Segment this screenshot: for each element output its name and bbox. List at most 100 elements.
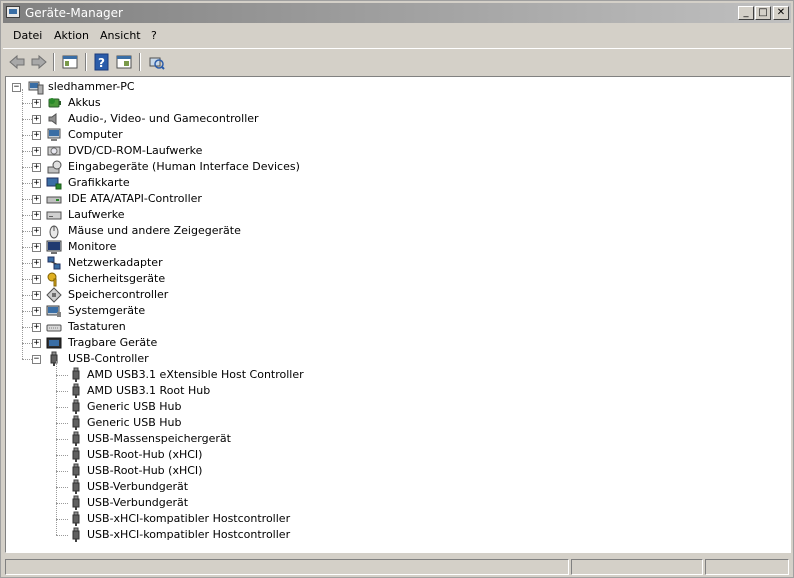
usb-device-item[interactable]: USB-Verbundgerät [6,495,786,511]
usb-device-item[interactable]: USB-Massenspeichergerät [6,431,786,447]
tree-connector-line [56,455,68,456]
expand-toggle[interactable]: + [32,291,41,300]
tree-category-label: Tragbare Geräte [68,336,158,349]
back-arrow-icon[interactable] [8,53,26,71]
usb-device-item[interactable]: Generic USB Hub [6,415,786,431]
minimize-button[interactable]: _ [738,6,754,20]
tree-category-item[interactable]: + Monitore [6,239,786,255]
portable-device-icon [46,335,62,351]
usb-plug-icon [68,479,84,495]
tree-category-item[interactable]: + IDE ATA/ATAPI-Controller [6,191,786,207]
tree-category-item[interactable]: + Sicherheitsgeräte [6,271,786,287]
expand-toggle[interactable]: + [32,227,41,236]
usb-device-item[interactable]: USB-xHCI-kompatibler Hostcontroller [6,527,786,543]
tree-category-label: Netzwerkadapter [68,256,163,269]
tree-category-item[interactable]: + Audio-, Video- und Gamecontroller [6,111,786,127]
expand-toggle[interactable]: + [32,163,41,172]
properties-icon[interactable] [115,53,133,71]
usb-device-item[interactable]: Generic USB Hub [6,399,786,415]
forward-arrow-icon[interactable] [30,53,48,71]
collapse-toggle[interactable]: − [32,355,41,364]
show-hide-console-tree-icon[interactable] [61,53,79,71]
toolbar: ? [3,48,791,74]
tree-root-label: sledhammer-PC [48,80,135,93]
usb-plug-icon [68,367,84,383]
expand-toggle[interactable]: + [32,339,41,348]
tree-category-label: Eingabegeräte (Human Interface Devices) [68,160,300,173]
expand-toggle[interactable]: + [32,99,41,108]
disk-drive-icon [46,207,62,223]
device-manager-app-icon[interactable] [6,6,20,18]
expand-toggle[interactable]: + [32,115,41,124]
usb-device-item[interactable]: USB-xHCI-kompatibler Hostcontroller [6,511,786,527]
close-button[interactable]: ✕ [773,6,789,20]
expand-toggle[interactable]: + [32,195,41,204]
usb-device-item[interactable]: USB-Root-Hub (xHCI) [6,447,786,463]
maximize-button[interactable]: □ [755,6,771,20]
svg-text:?: ? [98,56,105,70]
expand-toggle[interactable]: + [32,243,41,252]
tree-connector-line [22,311,32,312]
tree-category-item[interactable]: + Tragbare Geräte [6,335,786,351]
tree-category-label: USB-Controller [68,352,149,365]
tree-category-label: IDE ATA/ATAPI-Controller [68,192,202,205]
tree-connector-line [22,343,32,344]
tree-connector-line [56,423,68,424]
tree-category-item[interactable]: + Mäuse und andere Zeigegeräte [6,223,786,239]
tree-root-node[interactable]: − sledhammer-PC [6,79,786,95]
expand-toggle[interactable]: + [32,259,41,268]
help-icon[interactable]: ? [93,53,111,71]
tree-category-label: Monitore [68,240,117,253]
tree-category-item[interactable]: + Eingabegeräte (Human Interface Devices) [6,159,786,175]
expand-toggle[interactable]: + [32,323,41,332]
menu-help[interactable]: ? [151,29,157,42]
keyboard-icon [46,319,62,335]
tree-category-label: Tastaturen [68,320,126,333]
tree-category-item[interactable]: + Grafikkarte [6,175,786,191]
device-tree[interactable]: − sledhammer-PC + Akkus + Audio-, Video- und … [5,76,791,553]
collapse-toggle[interactable]: − [12,83,21,92]
tree-category-label: Grafikkarte [68,176,130,189]
title-bar[interactable]: Geräte-Manager _ □ ✕ [3,3,791,23]
tree-connector-line [22,89,23,359]
tree-category-item[interactable]: + Tastaturen [6,319,786,335]
tree-category-item[interactable]: + Systemgeräte [6,303,786,319]
expand-toggle[interactable]: + [32,179,41,188]
tree-category-label: Speichercontroller [68,288,169,301]
menu-aktion[interactable]: Aktion [54,29,89,42]
tree-category-item[interactable]: + Laufwerke [6,207,786,223]
tree-category-label: DVD/CD-ROM-Laufwerke [68,144,203,157]
tree-category-label: Systemgeräte [68,304,146,317]
usb-plug-icon [68,527,84,543]
mouse-icon [46,223,62,239]
usb-device-item[interactable]: USB-Root-Hub (xHCI) [6,463,786,479]
tree-connector-line [22,119,32,120]
status-bar [3,557,791,577]
expand-toggle[interactable]: + [32,275,41,284]
usb-device-item[interactable]: AMD USB3.1 eXtensible Host Controller [6,367,786,383]
tree-category-item[interactable]: + Akkus [6,95,786,111]
scan-hardware-icon[interactable] [147,53,165,71]
usb-device-item[interactable]: AMD USB3.1 Root Hub [6,383,786,399]
tree-category-item[interactable]: + Speichercontroller [6,287,786,303]
ide-controller-icon [46,191,62,207]
usb-plug-icon [68,383,84,399]
expand-toggle[interactable]: + [32,211,41,220]
expand-toggle[interactable]: + [32,147,41,156]
usb-device-item[interactable]: USB-Verbundgerät [6,479,786,495]
computer-root-icon [28,79,44,95]
tree-connector-line [56,407,68,408]
tree-category-item[interactable]: + Netzwerkadapter [6,255,786,271]
menu-datei[interactable]: Datei [13,29,42,42]
tree-category-item[interactable]: − USB-Controller [6,351,786,367]
tree-category-item[interactable]: + DVD/CD-ROM-Laufwerke [6,143,786,159]
tree-connector-line [22,167,32,168]
menu-ansicht[interactable]: Ansicht [100,29,141,42]
expand-toggle[interactable]: + [32,131,41,140]
tree-category-item[interactable]: + Computer [6,127,786,143]
battery-icon [46,95,62,111]
hid-icon [46,159,62,175]
usb-device-label: Generic USB Hub [87,416,182,429]
expand-toggle[interactable]: + [32,307,41,316]
tree-connector-line [22,231,32,232]
